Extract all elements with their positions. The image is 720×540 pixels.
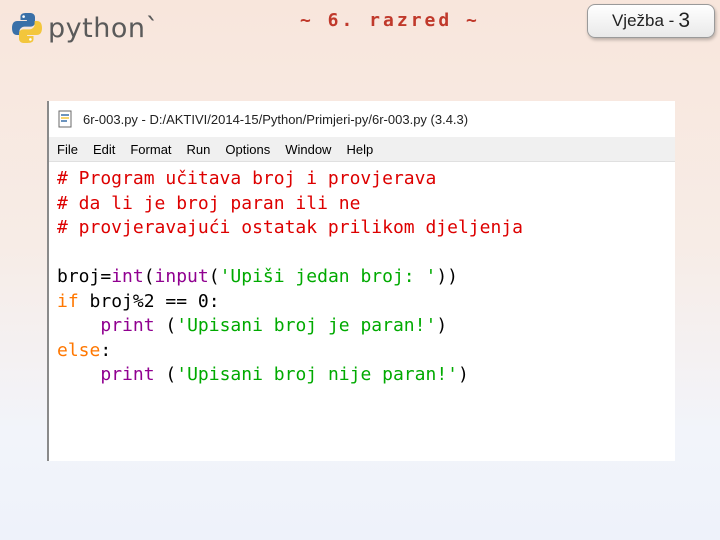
menu-help[interactable]: Help [346, 142, 373, 157]
code-line-5: broj=int(input('Upiši jedan broj: ')) [57, 266, 459, 287]
code-line-9: print ('Upisani broj nije paran!') [100, 364, 469, 385]
python-logo-icon [12, 13, 42, 43]
menu-window[interactable]: Window [285, 142, 331, 157]
code-editor[interactable]: # Program učitava broj i provjerava # da… [49, 162, 675, 388]
window-title: 6r-003.py - D:/AKTIVI/2014-15/Python/Pri… [83, 111, 469, 127]
exercise-badge-label: Vježba - [611, 11, 675, 30]
code-line-8: else: [57, 339, 112, 361]
window-titlebar[interactable]: 6r-003.py - D:/AKTIVI/2014-15/Python/Pri… [49, 101, 675, 137]
idle-editor-window: 6r-003.py - D:/AKTIVI/2014-15/Python/Pri… [47, 101, 675, 461]
menu-bar: File Edit Format Run Options Window Help [49, 137, 675, 162]
code-line-7: print ('Upisani broj je paran!') [100, 315, 448, 336]
exercise-badge: Vježba - 3 [587, 4, 715, 38]
code-line-1: # Program učitava broj i provjerava [57, 168, 437, 189]
code-line-4-blank [57, 241, 675, 266]
menu-file[interactable]: File [57, 142, 78, 157]
menu-options[interactable]: Options [225, 142, 270, 157]
menu-edit[interactable]: Edit [93, 142, 115, 157]
python-logo: python` [10, 8, 159, 48]
code-line-2: # da li je broj paran ili ne [57, 192, 361, 214]
menu-format[interactable]: Format [130, 142, 171, 157]
exercise-badge-number: 3 [678, 9, 691, 32]
python-logo-text: python` [48, 12, 160, 44]
slide-title: ~ 6. razred ~ [300, 10, 480, 31]
code-line-3: # provjeravajući ostatak prilikom djelje… [57, 217, 523, 238]
menu-run[interactable]: Run [187, 142, 211, 157]
code-line-6: if broj%2 == 0: [57, 290, 220, 312]
idle-file-icon [58, 110, 72, 128]
